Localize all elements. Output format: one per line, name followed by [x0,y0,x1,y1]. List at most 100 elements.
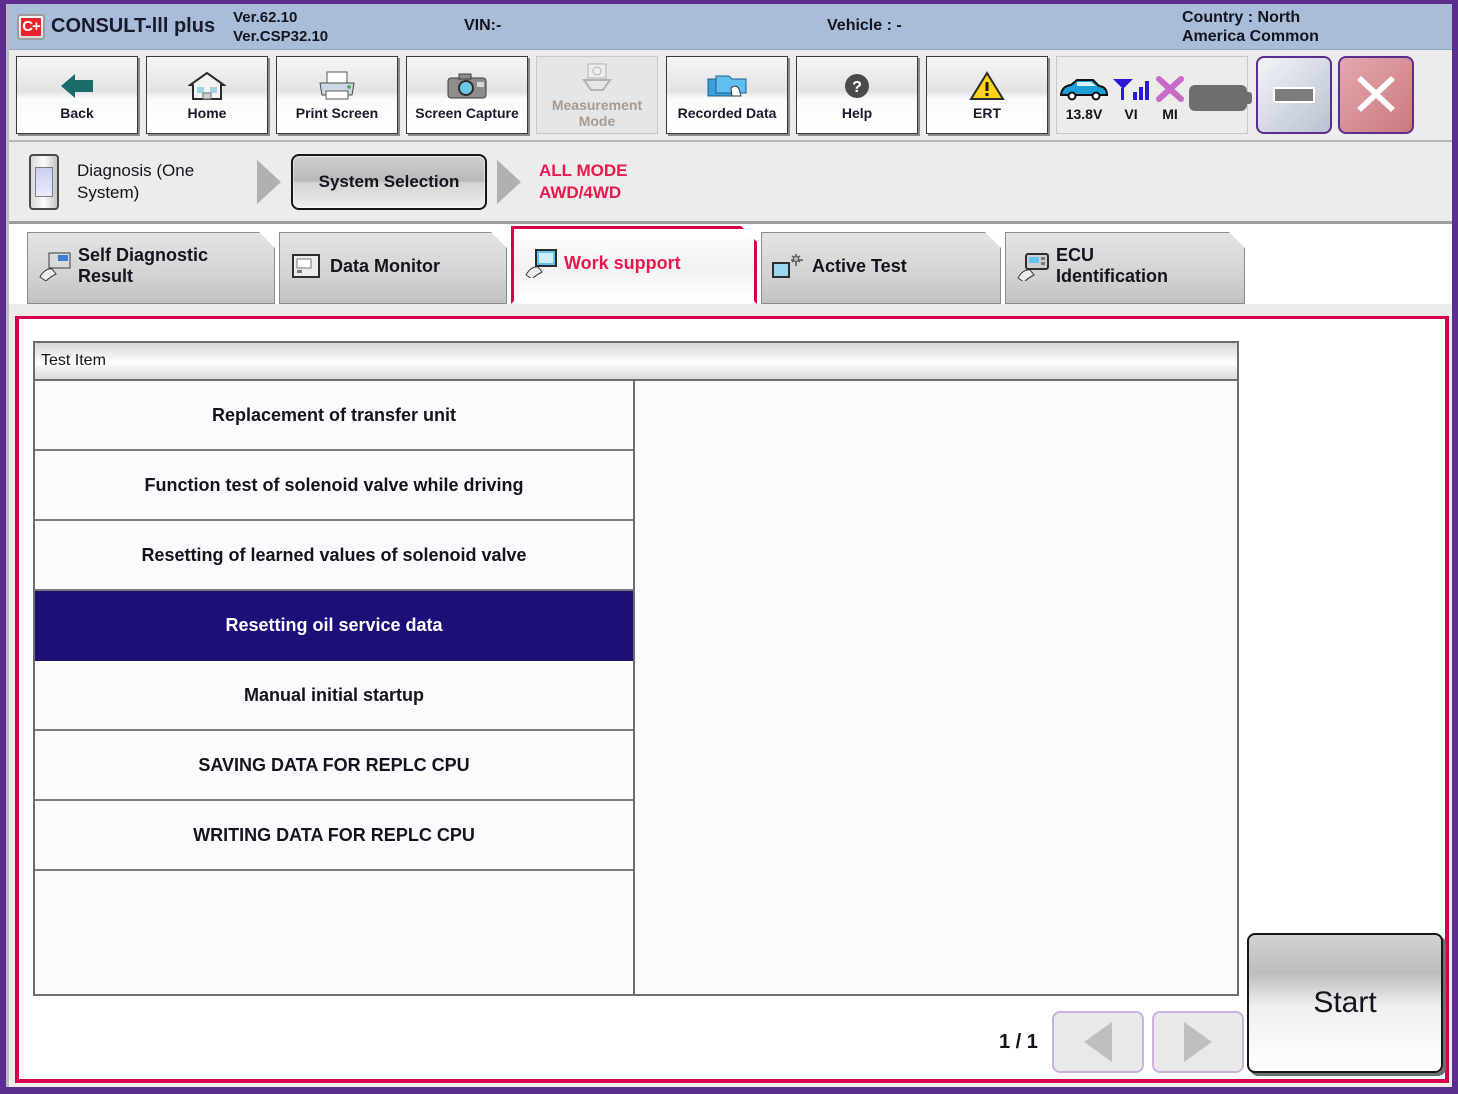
help-button[interactable]: ? Help [796,56,918,134]
list-item-label: Replacement of transfer unit [211,404,457,425]
chevron-right-icon [1183,1022,1212,1062]
recorded-data-button-label: Recorded Data [677,105,777,121]
vehicle-label: Vehicle : - [827,17,902,34]
battery-indicator [1189,77,1252,114]
list-item-label: WRITING DATA FOR REPLC CPU [193,824,475,845]
close-button[interactable] [1338,56,1414,134]
measurement-icon [580,61,614,95]
tab-self-diagnostic-result[interactable]: Self Diagnostic Result [27,232,275,304]
list-item[interactable]: Function test of solenoid valve while dr… [35,451,633,521]
tab-active-test[interactable]: Active Test [761,232,1001,304]
consult-logo: C+ [17,13,45,40]
list-item[interactable]: WRITING DATA FOR REPLC CPU [35,801,633,871]
warning-triangle-icon [969,69,1005,103]
breadcrumb: Diagnosis (One System) System Selection … [9,142,1452,224]
measurement-mode-button: Measurement Mode [536,56,658,134]
home-icon [188,69,226,103]
toolbar: Back Home Print Screen Screen Capture Me… [9,50,1452,142]
panel-header: Test Item [35,343,1237,381]
close-icon [1351,68,1401,123]
screen-capture-button[interactable]: Screen Capture [406,56,528,134]
minimize-icon [1273,87,1315,103]
app-title: CONSULT-lll plus [51,15,216,37]
home-button[interactable]: Home [146,56,268,134]
folders-icon [705,69,749,103]
self-diagnostic-icon [38,251,72,281]
home-button-label: Home [187,105,227,121]
car-icon [1057,69,1111,103]
list-item[interactable]: SAVING DATA FOR REPLC CPU [35,731,633,801]
back-button-label: Back [60,105,94,121]
question-mark-icon: ? [841,69,873,103]
vin-label: VIN:- [464,17,502,34]
recorded-data-button[interactable]: Recorded Data [666,56,788,134]
ert-button-label: ERT [973,105,1001,121]
voltage-indicator: 13.8V [1057,69,1111,122]
tab-bar: Self Diagnostic Result Data Monitor Work… [9,224,1452,304]
list-item[interactable]: Resetting of learned values of solenoid … [35,521,633,591]
mi-label: MI [1162,105,1178,122]
logo-text: C+ [22,17,41,35]
list-item[interactable]: Replacement of transfer unit [35,381,633,451]
tab-ecu-identification[interactable]: ECU Identification [1005,232,1245,304]
version-info: Ver.62.10 Ver.CSP32.10 [233,8,328,46]
data-monitor-icon [290,251,324,281]
country-line-2: America Common [1182,28,1319,45]
country-label: Country : North America Common [1182,8,1442,46]
tab-label-self-diagnostic-result: Self Diagnostic Result [78,245,209,286]
active-test-icon [772,251,806,281]
device-screen [35,166,53,197]
tab-label-data-monitor: Data Monitor [330,255,440,276]
page-indicator: 1 / 1 [999,1030,1038,1053]
tab-work-support[interactable]: Work support [511,226,757,304]
back-button[interactable]: Back [16,56,138,134]
breadcrumb-mode: ALL MODE AWD/4WD [539,160,627,204]
list-item[interactable]: Manual initial startup [35,661,633,731]
list-item-label: Function test of solenoid valve while dr… [144,474,524,495]
mode-line-2: AWD/4WD [539,182,622,202]
breadcrumb-arrow-icon [257,159,281,204]
help-button-label: Help [841,105,873,121]
camera-icon [446,69,488,103]
content-area: Test Item Replacement of transfer unit F… [15,316,1449,1083]
print-screen-button-label: Print Screen [295,105,379,121]
country-line-1: Country : North [1182,9,1301,26]
screen-capture-button-label: Screen Capture [415,105,519,121]
ert-button[interactable]: ERT [926,56,1048,134]
work-support-icon [524,248,558,278]
start-button-label: Start [1313,986,1377,1019]
mi-indicator: MI [1151,69,1189,122]
signal-icon [1111,69,1151,103]
vi-indicator: VI [1111,69,1151,122]
previous-page-button[interactable] [1051,1011,1144,1073]
back-arrow-icon [59,69,95,103]
chevron-left-icon [1083,1022,1112,1062]
tab-label-active-test: Active Test [812,255,907,276]
list-item-selected[interactable]: Resetting oil service data [35,591,633,661]
breadcrumb-step-2[interactable]: System Selection [291,153,487,210]
measurement-mode-button-label: Measurement Mode [551,97,643,129]
list-item-label: Resetting oil service data [225,614,443,635]
window-inner-frame: C+ CONSULT-lll plus Ver.62.10 Ver.CSP32.… [6,4,1452,1087]
battery-icon [1189,77,1252,111]
vi-label: VI [1124,105,1138,122]
breadcrumb-arrow-icon-2 [497,159,521,204]
list-item-label: SAVING DATA FOR REPLC CPU [198,754,470,775]
breadcrumb-step-1: Diagnosis (One System) [77,160,195,202]
version-line-1: Ver.62.10 [233,8,298,26]
status-indicators: 13.8V VI MI [1056,56,1252,134]
pagination: 1 / 1 [999,1011,1252,1073]
list-item-label: Resetting of learned values of solenoid … [141,544,527,565]
print-screen-button[interactable]: Print Screen [276,56,398,134]
title-bar: C+ CONSULT-lll plus Ver.62.10 Ver.CSP32.… [9,4,1452,50]
version-line-2: Ver.CSP32.10 [233,27,329,45]
ecu-identification-icon [1016,251,1050,281]
handheld-device-icon [29,153,59,210]
x-mark-icon [1154,69,1186,103]
svg-text:?: ? [852,79,862,96]
tab-data-monitor[interactable]: Data Monitor [279,232,507,304]
minimize-button[interactable] [1256,56,1332,134]
tab-label-work-support: Work support [564,252,681,273]
next-page-button[interactable] [1151,1011,1244,1073]
start-button[interactable]: Start [1247,933,1443,1073]
